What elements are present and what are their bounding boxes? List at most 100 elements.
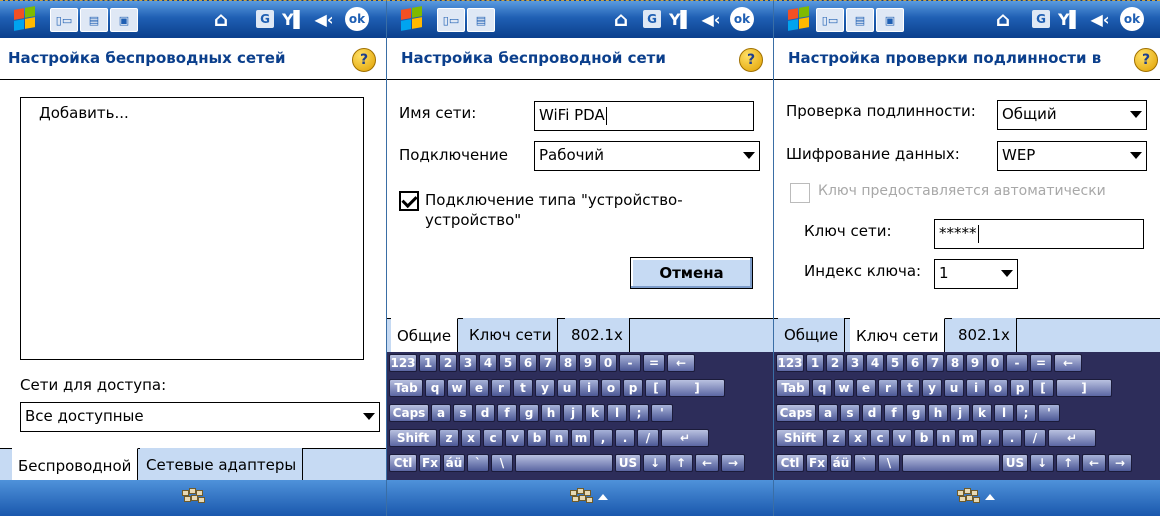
key-row1-6[interactable]: 6 [906,354,924,372]
key-row3-7[interactable]: j [563,404,583,422]
tab-network-key[interactable]: Ключ сети [850,318,946,354]
key-row1-8[interactable]: 8 [946,354,964,372]
lang-key[interactable]: US [615,454,641,472]
key-row4-1[interactable]: z [439,429,459,447]
numlock-key[interactable]: 123 [389,354,417,372]
key-row1-12[interactable]: = [1030,354,1052,372]
up-key[interactable]: ↑ [669,454,693,472]
gprs-icon[interactable]: G [256,10,274,28]
windows-start-icon[interactable] [14,6,38,31]
accent-key[interactable]: áü [830,454,852,472]
caps-key[interactable]: Caps [389,404,429,422]
key-row2-1[interactable]: q [812,379,832,397]
app-icon[interactable]: ▣ [110,8,138,32]
key-row2-7[interactable]: u [944,379,964,397]
key-row3-9[interactable]: l [994,404,1014,422]
key-row5-3[interactable]: ` [854,454,876,472]
connect-dropdown[interactable]: Рабочий [534,141,760,171]
list-item-add[interactable]: Добавить... [39,104,129,122]
key-row3-6[interactable]: h [928,404,948,422]
window-icon[interactable]: ▤ [846,8,874,32]
sip-arrow-up-icon[interactable] [598,494,608,500]
key-row1-6[interactable]: 6 [519,354,537,372]
signal-icon[interactable]: Y▌ [669,7,693,31]
key-row3-3[interactable]: d [475,404,495,422]
key-row4-8[interactable]: , [593,429,613,447]
key-row3-10[interactable]: ; [629,404,649,422]
key-row1-9[interactable]: 9 [579,354,597,372]
key-row5-4[interactable]: \ [491,454,513,472]
key-row1-5[interactable]: 5 [499,354,517,372]
key-index-dropdown[interactable]: 1 [934,259,1018,289]
ctrl-key[interactable]: Ctl [389,454,417,472]
key-row1-8[interactable]: 8 [559,354,577,372]
key-row2-2[interactable]: w [447,379,467,397]
key-row2-6[interactable]: y [922,379,942,397]
connectivity-icon[interactable]: ▯▭ [50,8,78,32]
key-row5-4[interactable]: \ [878,454,900,472]
key-row3-11[interactable]: ' [651,404,673,422]
key-row4-6[interactable]: n [936,429,956,447]
key-row1-7[interactable]: 7 [926,354,944,372]
key-row2-7[interactable]: u [557,379,577,397]
key-row2-6[interactable]: y [535,379,555,397]
key-row2-10[interactable]: p [1010,379,1030,397]
up-key[interactable]: ↑ [1056,454,1080,472]
tab-network-adapters[interactable]: Сетевые адаптеры [140,448,304,484]
key-row2-9[interactable]: o [988,379,1008,397]
key-row2-1[interactable]: q [425,379,445,397]
shift-key[interactable]: Shift [776,429,824,447]
key-row2-10[interactable]: p [623,379,643,397]
tab-8021x[interactable]: 802.1x [565,318,630,354]
networks-listbox[interactable]: Добавить... [20,97,364,360]
app-icon[interactable]: ▣ [876,8,904,32]
key-row2-8[interactable]: i [579,379,599,397]
key-row1-4[interactable]: 4 [866,354,884,372]
ctrl-key[interactable]: Ctl [776,454,804,472]
volume-icon[interactable]: ◀‹ [1088,7,1112,31]
windows-start-icon[interactable] [788,6,812,31]
keyboard-icon[interactable] [957,488,980,506]
numlock-key[interactable]: 123 [776,354,804,372]
fx-key[interactable]: Fx [806,454,828,472]
key-row2-4[interactable]: r [491,379,511,397]
left-key[interactable]: ← [695,454,719,472]
space-key[interactable] [515,454,613,472]
key-row4-5[interactable]: b [914,429,934,447]
key-row2-9[interactable]: o [601,379,621,397]
right-key[interactable]: → [1108,454,1132,472]
key-row4-10[interactable]: / [1024,429,1046,447]
key-row4-7[interactable]: m [571,429,591,447]
tab-general[interactable]: Общие [391,318,459,354]
key-row3-10[interactable]: ; [1016,404,1036,422]
key-row1-10[interactable]: 0 [599,354,617,372]
adhoc-checkbox[interactable] [399,191,419,211]
home-icon[interactable]: ⌂ [992,7,1014,31]
enter-key[interactable]: ↵ [661,429,709,447]
key-row4-4[interactable]: v [505,429,525,447]
key-row4-5[interactable]: b [527,429,547,447]
volume-icon[interactable]: ◀‹ [312,7,336,31]
key-row1-1[interactable]: 1 [419,354,437,372]
encrypt-dropdown[interactable]: WEP [997,141,1147,171]
help-icon[interactable]: ? [352,48,376,72]
tab-general[interactable]: Общие [778,318,846,354]
keyboard-icon[interactable] [570,488,593,506]
volume-icon[interactable]: ◀‹ [699,7,723,31]
cancel-button[interactable]: Отмена [630,257,753,289]
home-icon[interactable]: ⌂ [610,7,632,31]
key-row3-4[interactable]: f [497,404,517,422]
key-row1-2[interactable]: 2 [439,354,457,372]
key-row4-9[interactable]: . [1002,429,1022,447]
ok-icon[interactable]: ok [1120,7,1144,31]
help-icon[interactable]: ? [1134,48,1158,72]
gprs-icon[interactable]: G [1032,10,1050,28]
enter-key[interactable]: ↵ [1048,429,1096,447]
key-row4-2[interactable]: x [461,429,481,447]
key-row3-9[interactable]: l [607,404,627,422]
key-row3-2[interactable]: s [453,404,473,422]
key-row3-4[interactable]: f [884,404,904,422]
shift-key[interactable]: Shift [389,429,437,447]
key-row3-11[interactable]: ' [1038,404,1060,422]
help-icon[interactable]: ? [739,48,763,72]
